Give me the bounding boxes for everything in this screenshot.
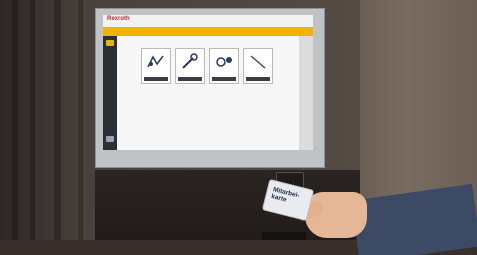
gear-drawing-icon bbox=[216, 57, 232, 67]
wall-stripe bbox=[30, 0, 35, 255]
tile-4-label bbox=[246, 77, 270, 81]
tile-3-label bbox=[212, 77, 236, 81]
reader-slot bbox=[262, 232, 306, 240]
wrench-drawing-icon bbox=[182, 53, 198, 69]
brand-logo: Rexroth bbox=[107, 16, 130, 22]
tile-2-label bbox=[178, 77, 202, 81]
card-text: Mitarbei- karte bbox=[271, 186, 301, 206]
screen-sidebar bbox=[103, 36, 117, 150]
tile-4[interactable] bbox=[243, 48, 273, 84]
tile-2[interactable] bbox=[175, 48, 205, 84]
tool-drawing-icon bbox=[147, 55, 164, 68]
tile-1[interactable] bbox=[141, 48, 171, 84]
tile-1-label bbox=[144, 77, 168, 81]
app-header bbox=[103, 27, 313, 36]
line-drawing-icon bbox=[250, 55, 266, 69]
wall-stripe bbox=[54, 0, 61, 255]
menu-icon[interactable] bbox=[106, 40, 114, 46]
screen-right-strip bbox=[299, 36, 313, 150]
tile-area bbox=[117, 36, 299, 150]
user-icon[interactable] bbox=[106, 136, 114, 142]
tile-3[interactable] bbox=[209, 48, 239, 84]
wall-stripe bbox=[12, 0, 18, 255]
wall-stripe bbox=[78, 0, 83, 255]
touch-screen[interactable]: Rexroth bbox=[103, 15, 313, 150]
kiosk-scene: Rexroth Mitarbei- karte bbox=[0, 0, 477, 255]
